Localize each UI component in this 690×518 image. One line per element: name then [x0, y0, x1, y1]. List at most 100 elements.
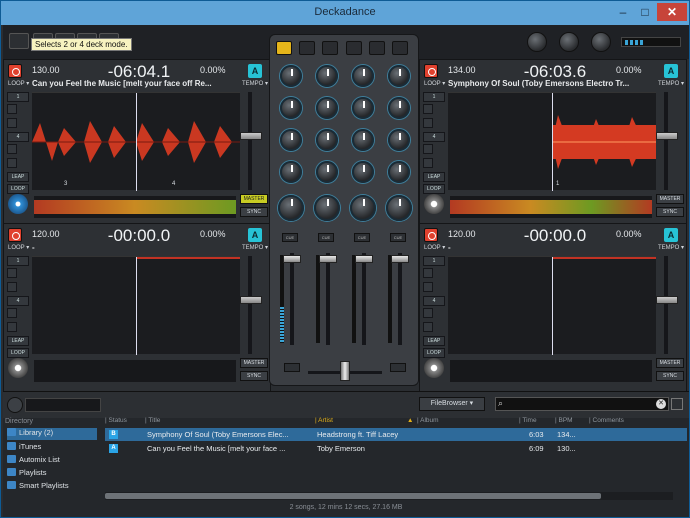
close-button[interactable]: ✕ [657, 3, 687, 21]
channel-fader-track-3[interactable] [362, 253, 366, 345]
beat-size-button[interactable]: 4 [423, 132, 445, 142]
col-time[interactable]: | Time [519, 417, 537, 424]
loop-menu[interactable]: LOOP ▾ [424, 80, 445, 87]
eq-mid-knob-3[interactable] [352, 129, 374, 151]
jog-wheel[interactable] [8, 194, 28, 214]
loop-half-button[interactable] [7, 268, 17, 278]
tempo-slider-track[interactable] [664, 256, 668, 354]
deck-tag-icon[interactable]: A [248, 64, 262, 78]
beat-next-button[interactable] [423, 322, 433, 332]
tempo-slider-track[interactable] [664, 92, 668, 190]
eq-high-knob-1[interactable] [280, 97, 302, 119]
cue-button[interactable] [8, 64, 22, 78]
loop-button[interactable]: LOOP [423, 348, 445, 358]
columns-view-button[interactable] [346, 41, 362, 55]
eq-low-knob-3[interactable] [352, 161, 374, 183]
jog-wheel[interactable] [424, 194, 444, 214]
cue-mix-knob[interactable] [591, 32, 611, 52]
tempo-menu[interactable]: TEMPO ▾ [242, 244, 268, 251]
tree-item-library[interactable]: Library (2) [7, 428, 97, 440]
track-overview[interactable] [34, 360, 236, 382]
tempo-slider-track[interactable] [248, 256, 252, 354]
loop-button[interactable]: LOOP [7, 348, 29, 358]
scrollbar-thumb[interactable] [105, 493, 601, 499]
master-button[interactable]: MASTER [656, 194, 684, 204]
col-status[interactable]: | Status [105, 417, 127, 424]
beat-size-button[interactable]: 4 [423, 296, 445, 306]
table-row[interactable]: A Can you Feel the Music [melt your face… [105, 442, 687, 455]
beat-next-button[interactable] [423, 158, 433, 168]
leap-button[interactable]: LEAP [423, 336, 445, 346]
sync-button[interactable]: SYNC [240, 371, 268, 381]
horizontal-scrollbar[interactable] [105, 492, 673, 500]
track-overview[interactable] [450, 360, 652, 382]
minimize-button[interactable]: – [613, 3, 633, 21]
leap-button[interactable]: LEAP [7, 172, 29, 182]
beat-next-button[interactable] [7, 322, 17, 332]
track-overview[interactable] [34, 196, 236, 218]
tree-item-smart-playlists[interactable]: Smart Playlists [7, 481, 69, 493]
cue-button[interactable] [424, 64, 438, 78]
beat-prev-button[interactable] [423, 144, 433, 154]
eq-low-knob-2[interactable] [316, 161, 338, 183]
cue-button-4[interactable]: CUE [390, 233, 406, 242]
cursor-icon[interactable] [9, 33, 29, 49]
waveform[interactable] [448, 256, 656, 355]
eq-high-knob-2[interactable] [316, 97, 338, 119]
loop-double-button[interactable] [423, 118, 433, 128]
clear-search-icon[interactable]: ✕ [656, 399, 666, 409]
loop-menu[interactable]: LOOP ▾ [8, 244, 29, 251]
directory-filter-input[interactable] [25, 398, 101, 412]
cue-button-3[interactable]: CUE [354, 233, 370, 242]
tempo-slider[interactable] [656, 132, 678, 140]
col-album[interactable]: | Album [417, 417, 439, 424]
sampler-view-button[interactable] [392, 41, 408, 55]
search-input[interactable]: ⌕ ✕ [495, 397, 669, 411]
beat-size-button[interactable]: 4 [7, 296, 29, 306]
cue-button[interactable] [8, 228, 22, 242]
eq-high-knob-3[interactable] [352, 97, 374, 119]
crossfader[interactable] [340, 361, 350, 381]
loop-half-button[interactable] [423, 268, 433, 278]
beat-prev-button[interactable] [7, 308, 17, 318]
tree-item-itunes[interactable]: iTunes [7, 442, 41, 454]
jog-wheel[interactable] [8, 358, 28, 378]
tempo-menu[interactable]: TEMPO ▾ [658, 80, 684, 87]
filter-knob-2[interactable] [314, 195, 340, 221]
loop-half-button[interactable] [423, 104, 433, 114]
cue-volume-knob[interactable] [559, 32, 579, 52]
track-overview[interactable] [450, 196, 652, 218]
col-bpm[interactable]: | BPM [555, 417, 573, 424]
channel-fader-3[interactable] [355, 255, 373, 263]
xfader-assign-left[interactable] [284, 363, 300, 372]
loop-half-button[interactable] [7, 104, 17, 114]
jog-wheel[interactable] [424, 358, 444, 378]
sync-button[interactable]: SYNC [656, 207, 684, 217]
grid-view-button[interactable] [322, 41, 338, 55]
mixer-view-button[interactable] [276, 41, 292, 55]
filter-knob-3[interactable] [350, 195, 376, 221]
sync-button[interactable]: SYNC [240, 207, 268, 217]
eq-mid-knob-2[interactable] [316, 129, 338, 151]
channel-fader-4[interactable] [391, 255, 409, 263]
eq-high-knob-4[interactable] [388, 97, 410, 119]
preview-play-button[interactable] [7, 397, 23, 413]
channel-fader-track-2[interactable] [326, 253, 330, 345]
tempo-slider[interactable] [240, 296, 262, 304]
filter-knob-4[interactable] [386, 195, 412, 221]
waveform[interactable] [32, 256, 240, 355]
maximize-button[interactable]: □ [635, 3, 655, 21]
waveform[interactable]: 3 4 [32, 92, 240, 191]
loop-size-button[interactable]: 1 [7, 256, 29, 266]
gain-knob-3[interactable] [352, 65, 374, 87]
link-view-button[interactable] [369, 41, 385, 55]
loop-menu[interactable]: LOOP ▾ [8, 80, 29, 87]
cue-button[interactable] [424, 228, 438, 242]
gain-knob-2[interactable] [316, 65, 338, 87]
tempo-slider-track[interactable] [248, 92, 252, 190]
fx-view-button[interactable] [299, 41, 315, 55]
loop-double-button[interactable] [7, 118, 17, 128]
table-row[interactable]: B Symphony Of Soul (Toby Emersons Elec..… [105, 428, 687, 441]
channel-fader-track-1[interactable] [290, 253, 294, 345]
filter-knob-1[interactable] [278, 195, 304, 221]
